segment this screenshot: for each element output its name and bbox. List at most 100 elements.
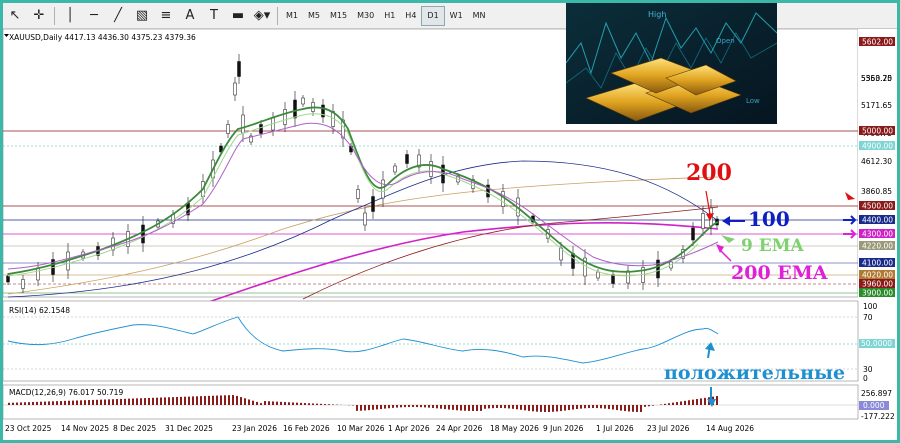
price-tick-2: 5171.65 bbox=[861, 101, 892, 110]
timeframe-m5[interactable]: M5 bbox=[303, 6, 325, 26]
macd-bar bbox=[620, 405, 622, 411]
candle-body bbox=[241, 114, 245, 134]
macd-bar bbox=[276, 401, 278, 405]
macd-bar bbox=[700, 398, 702, 405]
horizontal-line-icon[interactable]: ─ bbox=[82, 5, 106, 27]
macd-tick-zero: 0.000 bbox=[863, 401, 885, 410]
macd-bar bbox=[140, 398, 142, 405]
macd-bar bbox=[128, 398, 130, 405]
candle-body bbox=[626, 270, 630, 284]
candle-body bbox=[293, 99, 297, 119]
macd-bar bbox=[228, 395, 230, 405]
macd-bar bbox=[544, 405, 546, 412]
macd-tick-bottom: -177.222 bbox=[861, 412, 895, 421]
crosshair-icon[interactable]: ✛ bbox=[27, 5, 51, 27]
macd-bar bbox=[428, 405, 430, 408]
macd-bar bbox=[420, 405, 422, 408]
macd-bar bbox=[680, 401, 682, 405]
annotation-positive: положительные bbox=[664, 362, 845, 384]
macd-bar bbox=[244, 398, 246, 405]
macd-bar bbox=[516, 405, 518, 410]
macd-bar bbox=[32, 401, 34, 405]
candle-body bbox=[301, 97, 305, 105]
macd-bar bbox=[24, 402, 26, 405]
macd-bar bbox=[588, 405, 590, 409]
rsi-tick-100: 100 bbox=[863, 302, 878, 311]
channel-icon[interactable]: ▧ bbox=[130, 5, 154, 27]
macd-bar bbox=[360, 405, 362, 411]
macd-bar bbox=[124, 398, 126, 405]
rsi-tick-0: 0 bbox=[863, 374, 868, 383]
timeframe-w1[interactable]: W1 bbox=[445, 6, 468, 26]
macd-bar bbox=[492, 405, 494, 409]
macd-bar bbox=[48, 401, 50, 405]
macd-bar bbox=[76, 400, 78, 405]
shapes-icon[interactable]: ◈▾ bbox=[250, 5, 274, 27]
macd-bar bbox=[668, 403, 670, 405]
timeframe-m1[interactable]: M1 bbox=[281, 6, 303, 26]
label-icon[interactable]: T bbox=[202, 5, 226, 27]
macd-bar bbox=[396, 405, 398, 408]
candle-body bbox=[233, 82, 237, 96]
rsi-tick-50: 50.0000 bbox=[861, 339, 892, 348]
time-label: 23 Jul 2026 bbox=[647, 424, 690, 433]
macd-bar bbox=[664, 403, 666, 405]
macd-bar bbox=[168, 397, 170, 405]
price-badge: 5602.00 bbox=[862, 38, 893, 47]
macd-bar bbox=[568, 405, 570, 411]
macd-bar bbox=[432, 405, 434, 408]
macd-bar bbox=[172, 397, 174, 405]
time-label: 1 Jul 2026 bbox=[596, 424, 634, 433]
macd-bar bbox=[540, 405, 542, 412]
macd-bar bbox=[600, 405, 602, 409]
text-icon[interactable]: A bbox=[178, 5, 202, 27]
trendline-icon[interactable]: ╱ bbox=[106, 5, 130, 27]
macd-bar bbox=[264, 401, 266, 405]
macd-bar bbox=[20, 402, 22, 405]
time-label: 24 Apr 2026 bbox=[436, 424, 483, 433]
macd-bar bbox=[584, 405, 586, 409]
gold-bars-thumbnail: High Open Low bbox=[566, 3, 777, 124]
macd-bar bbox=[28, 402, 30, 405]
cursor-icon[interactable]: ↖ bbox=[3, 5, 27, 27]
macd-bar bbox=[612, 405, 614, 410]
timeframe-m15[interactable]: M15 bbox=[325, 6, 352, 26]
macd-bar bbox=[364, 405, 366, 411]
macd-bar bbox=[220, 395, 222, 405]
macd-bar bbox=[392, 405, 394, 408]
thumb-high-text: High bbox=[648, 10, 666, 19]
macd-bar bbox=[156, 397, 158, 405]
macd-bar bbox=[652, 405, 654, 406]
macd-bar bbox=[192, 396, 194, 405]
macd-bar bbox=[480, 405, 482, 411]
macd-bar bbox=[436, 405, 438, 409]
time-label: 14 Aug 2026 bbox=[706, 424, 754, 433]
macd-bar bbox=[320, 403, 322, 405]
timeframe-mn[interactable]: MN bbox=[468, 6, 491, 26]
time-axis: 23 Oct 2025 14 Nov 2025 8 Dec 2025 31 Dec 2… bbox=[5, 424, 754, 433]
fibonacci-icon[interactable]: ≡ bbox=[154, 5, 178, 27]
timeframe-d1[interactable]: D1 bbox=[421, 5, 445, 26]
macd-bar bbox=[204, 396, 206, 405]
macd-bar bbox=[484, 405, 486, 409]
macd-bar bbox=[212, 395, 214, 405]
macd-bar bbox=[564, 405, 566, 411]
macd-bar bbox=[636, 405, 638, 412]
vertical-line-icon[interactable]: │ bbox=[58, 5, 82, 27]
timeframe-m30[interactable]: M30 bbox=[352, 6, 379, 26]
timeframe-h1[interactable]: H1 bbox=[379, 6, 400, 26]
macd-bar bbox=[60, 401, 62, 405]
macd-bar bbox=[16, 402, 18, 405]
candle-body bbox=[405, 154, 409, 164]
macd-bar bbox=[312, 403, 314, 405]
macd-bar bbox=[260, 403, 262, 405]
macd-bar bbox=[300, 402, 302, 405]
macd-bar bbox=[548, 405, 550, 412]
timeframe-h4[interactable]: H4 bbox=[400, 6, 421, 26]
candle-body bbox=[656, 259, 660, 279]
macd-bar bbox=[308, 403, 310, 405]
macd-bar bbox=[716, 396, 718, 405]
macd-bar bbox=[232, 395, 234, 405]
candle-body bbox=[141, 224, 145, 244]
rectangle-icon[interactable]: ▬ bbox=[226, 5, 250, 27]
